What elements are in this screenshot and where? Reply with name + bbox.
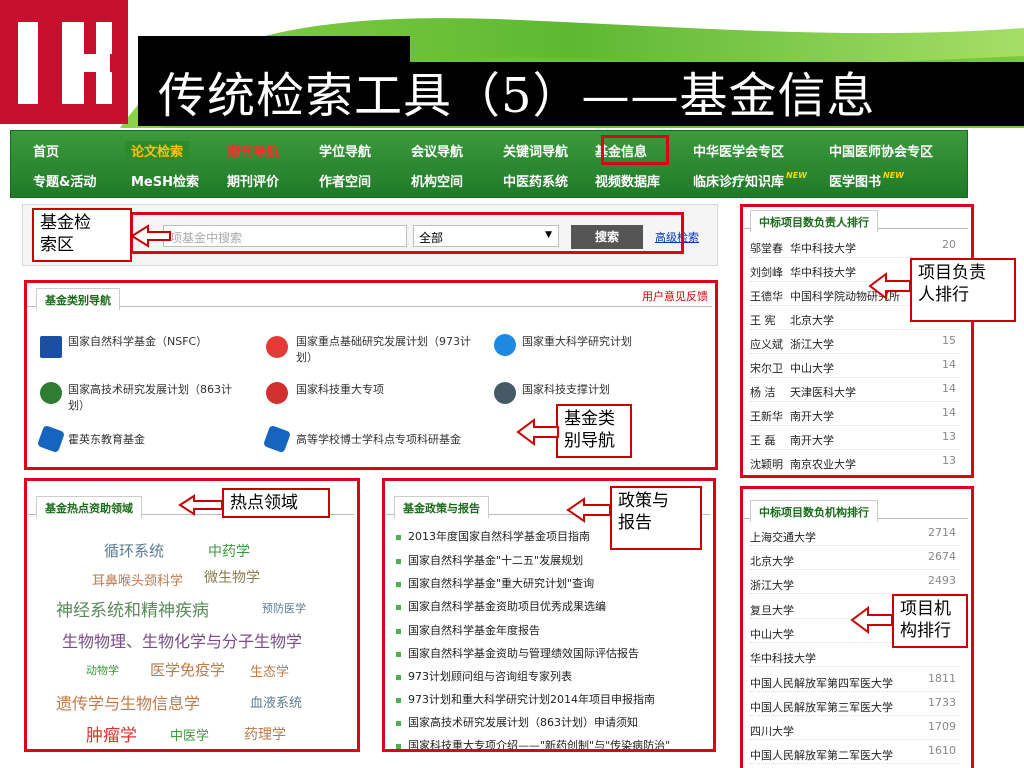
arrow-left-icon [868, 272, 911, 300]
nav-medical-books[interactable]: 医学图书 NEW [829, 171, 904, 190]
nav-degree-guide[interactable]: 学位导航 [319, 141, 371, 160]
nav-journal-guide[interactable]: 期刊导航 [227, 141, 279, 160]
policy-callout-text: 政策与报告 [618, 491, 669, 533]
nav-tcm-system[interactable]: 中医药系统 [503, 171, 568, 190]
slide-header: 传统检索工具（5）——基金信息 [0, 0, 1024, 128]
search-highlight-frame [130, 212, 684, 254]
hot-topics-callout-text: 热点领域 [230, 493, 298, 513]
fund-info-highlight-frame [601, 135, 669, 165]
nav-institution-space[interactable]: 机构空间 [411, 171, 463, 190]
leader-callout: 项目负责人排行 [910, 258, 1016, 322]
arrow-left-icon [516, 418, 559, 446]
new-badge: NEW [883, 171, 904, 180]
nav-cma-zone[interactable]: 中华医学会专区 [693, 141, 784, 160]
nav-author-space[interactable]: 作者空间 [319, 171, 371, 190]
nav-conference-guide[interactable]: 会议导航 [411, 141, 463, 160]
nav-topics-events[interactable]: 专题&活动 [33, 171, 96, 190]
nav-mesh-search[interactable]: MeSH检索 [131, 171, 199, 190]
arrow-right-icon [130, 224, 171, 248]
leader-rank-highlight-frame [740, 204, 974, 478]
slide-title: 传统检索工具（5）——基金信息 [158, 68, 876, 124]
arrow-left-icon [850, 606, 893, 634]
nav-keyword-guide[interactable]: 关键词导航 [503, 141, 568, 160]
nav-home[interactable]: 首页 [33, 141, 59, 160]
search-callout-text: 基金检索区 [40, 213, 91, 255]
new-badge: NEW [786, 171, 807, 180]
hot-topics-highlight-frame [24, 478, 360, 752]
search-callout: 基金检索区 [32, 208, 132, 262]
site-nav: 首页 论文检索 期刊导航 学位导航 会议导航 关键词导航 基金信息 中华医学会专… [10, 130, 968, 198]
nav-cmda-zone[interactable]: 中国医师协会专区 [829, 141, 933, 160]
institution-callout: 项目机构排行 [892, 594, 968, 648]
hot-topics-callout: 热点领域 [222, 488, 330, 518]
leader-callout-text: 项目负责人排行 [918, 263, 986, 305]
nav-video-database[interactable]: 视频数据库 [595, 171, 660, 190]
nav-row-primary: 首页 论文检索 期刊导航 学位导航 会议导航 关键词导航 基金信息 中华医学会专… [11, 137, 969, 167]
arrow-left-icon [566, 497, 611, 523]
nav-medical-books-label: 医学图书 [829, 175, 882, 190]
arrow-left-icon [178, 494, 223, 516]
logo [0, 0, 128, 124]
nav-row-secondary: 专题&活动 MeSH检索 期刊评价 作者空间 机构空间 中医药系统 视频数据库 … [11, 167, 969, 197]
nav-paper-search[interactable]: 论文检索 [125, 141, 190, 160]
policy-callout: 政策与报告 [610, 486, 702, 550]
category-callout-text: 基金类别导航 [564, 409, 615, 451]
category-callout: 基金类别导航 [556, 404, 632, 458]
nav-clinical-knowledge-label: 临床诊疗知识库 [693, 175, 785, 190]
institution-callout-text: 项目机构排行 [900, 599, 951, 641]
nav-clinical-knowledge[interactable]: 临床诊疗知识库 NEW [693, 171, 807, 190]
nav-journal-evaluation[interactable]: 期刊评价 [227, 171, 279, 190]
